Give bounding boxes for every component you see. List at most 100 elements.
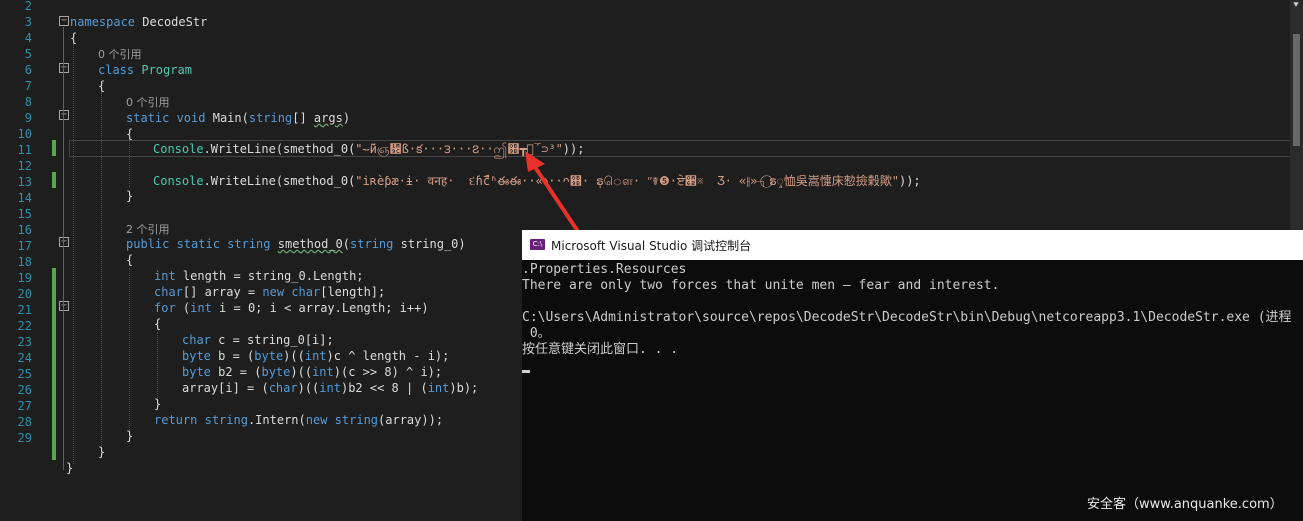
keyword: string — [248, 111, 293, 125]
line-number: 12 — [17, 159, 32, 173]
indent-guide — [157, 332, 158, 400]
line-number: 21 — [17, 303, 32, 317]
codelens-references[interactable]: 2 个引用 — [126, 221, 170, 237]
code-line-12[interactable]: } — [126, 188, 133, 204]
code-text: [length]; — [320, 285, 386, 299]
keyword: byte — [261, 365, 291, 379]
code-text: .Intern( — [247, 413, 306, 427]
keyword: static void — [126, 111, 206, 125]
code-text: array[i] = ( — [182, 381, 269, 395]
code-text: )b2 << 8 | ( — [340, 381, 428, 395]
code-text: b2 = ( — [210, 365, 262, 379]
debug-console-window[interactable]: C:\ Microsoft Visual Studio 调试控制台 .Prope… — [522, 230, 1303, 521]
line-number: 17 — [17, 239, 32, 253]
fold-toggle-for[interactable]: − — [59, 301, 69, 311]
code-line-28[interactable]: } — [66, 460, 73, 476]
keyword: char — [182, 333, 211, 347]
keyword: byte — [182, 349, 211, 363]
code-line-7[interactable]: static void Main(string[] args) — [126, 110, 350, 126]
code-text: .WriteLine(smethod_0( — [203, 142, 356, 156]
code-line-5[interactable]: class Program — [98, 62, 192, 78]
code-line-21[interactable]: byte b = (byte)((int)c ^ length - i); — [182, 348, 449, 364]
line-number: 23 — [17, 335, 32, 349]
code-line-11[interactable]: Console.WriteLine(smethod_0("iʀèƥæ·ɨ· वन… — [153, 173, 921, 189]
code-line-23[interactable]: array[i] = (char)((int)b2 << 8 | (int)b)… — [182, 380, 478, 396]
console-line: There are only two forces that unite men… — [522, 278, 1000, 293]
brace: { — [126, 253, 134, 267]
code-line-8[interactable]: { — [126, 126, 133, 142]
line-number: 14 — [17, 191, 32, 205]
code-text: )); — [562, 142, 585, 156]
change-indicator — [52, 172, 56, 188]
codelens-references[interactable]: 0 个引用 — [98, 46, 142, 62]
code-text: ) — [342, 111, 351, 125]
code-line-27[interactable]: } — [98, 444, 105, 460]
code-text: ( — [175, 301, 191, 315]
type-name: Console — [153, 142, 204, 156]
code-text: )c ^ length - i); — [326, 349, 450, 363]
code-line-15[interactable]: { — [126, 252, 133, 268]
line-number: 8 — [24, 95, 32, 109]
line-number: 24 — [17, 351, 32, 365]
line-number: 22 — [17, 319, 32, 333]
line-number: 18 — [17, 255, 32, 269]
console-output[interactable]: .Properties.Resources There are only two… — [522, 260, 1303, 521]
code-line-3[interactable]: namespace DecodeStr — [70, 14, 207, 30]
line-number: 20 — [17, 287, 32, 301]
code-line-16[interactable]: int length = string_0.Length; — [154, 268, 364, 284]
code-text: )); — [898, 174, 921, 188]
code-text: )(( — [290, 365, 313, 379]
reference-count[interactable]: 2 个引用 — [126, 223, 170, 236]
brace: } — [98, 445, 106, 459]
line-number: 27 — [17, 399, 32, 413]
scrollbar-thumb[interactable] — [1293, 34, 1300, 146]
code-line-14[interactable]: public static string smethod_0(string st… — [126, 236, 466, 252]
pin-icon[interactable]: ⯆ — [1292, 0, 1300, 11]
console-titlebar[interactable]: C:\ Microsoft Visual Studio 调试控制台 — [522, 230, 1303, 260]
brace: { — [70, 31, 78, 45]
code-text: )(( — [283, 349, 305, 363]
brace: } — [126, 429, 134, 443]
code-line-18[interactable]: for (int i = 0; i < array.Length; i++) — [154, 300, 429, 316]
console-line: .Properties.Resources — [522, 262, 687, 277]
brace: { — [126, 127, 134, 141]
line-number: 10 — [17, 127, 32, 141]
brace: { — [98, 79, 106, 93]
code-line-19[interactable]: { — [154, 316, 161, 332]
code-line-22[interactable]: byte b2 = (byte)((int)(c >> 8) ^ i); — [182, 364, 442, 380]
code-line-25[interactable]: return string.Intern(new string(array)); — [154, 412, 443, 428]
code-text: [] — [292, 111, 314, 125]
code-text: ) — [458, 237, 466, 251]
type-name: Console — [153, 174, 204, 188]
code-line-20[interactable]: char c = string_0[i]; — [182, 332, 334, 348]
line-number: 26 — [17, 383, 32, 397]
fold-toggle-class[interactable]: − — [59, 63, 69, 73]
console-line: 0。 — [522, 326, 551, 341]
change-indicator — [52, 140, 56, 156]
indent-guide — [73, 44, 74, 464]
keyword: string — [227, 237, 271, 251]
code-text: )(( — [297, 381, 320, 395]
code-line-9[interactable]: Console.WriteLine(smethod_0("؅̃ӥஞ᪜ß·క···… — [153, 141, 584, 157]
line-number: 6 — [24, 63, 32, 77]
reference-count[interactable]: 0 个引用 — [126, 96, 170, 109]
change-indicator — [52, 268, 56, 460]
code-line-4[interactable]: { — [70, 30, 77, 46]
reference-count[interactable]: 0 个引用 — [98, 48, 142, 61]
fold-toggle-smethod[interactable]: − — [59, 237, 69, 247]
keyword: class — [98, 63, 135, 77]
keyword: string — [350, 237, 394, 251]
codelens-references[interactable]: 0 个引用 — [126, 94, 170, 110]
keyword: string — [204, 413, 248, 427]
code-text: length = string_0.Length; — [175, 269, 364, 283]
visual-studio-icon: C:\ — [530, 239, 545, 250]
fold-toggle-main[interactable]: − — [59, 110, 69, 120]
indent-guide — [129, 268, 130, 432]
keyword: byte — [254, 349, 284, 363]
code-line-24[interactable]: } — [154, 396, 161, 412]
code-line-26[interactable]: } — [126, 428, 133, 444]
code-line-6[interactable]: { — [98, 78, 105, 94]
line-number: 7 — [24, 79, 32, 93]
fold-toggle-namespace[interactable]: − — [59, 16, 69, 26]
code-line-17[interactable]: char[] array = new char[length]; — [154, 284, 385, 300]
